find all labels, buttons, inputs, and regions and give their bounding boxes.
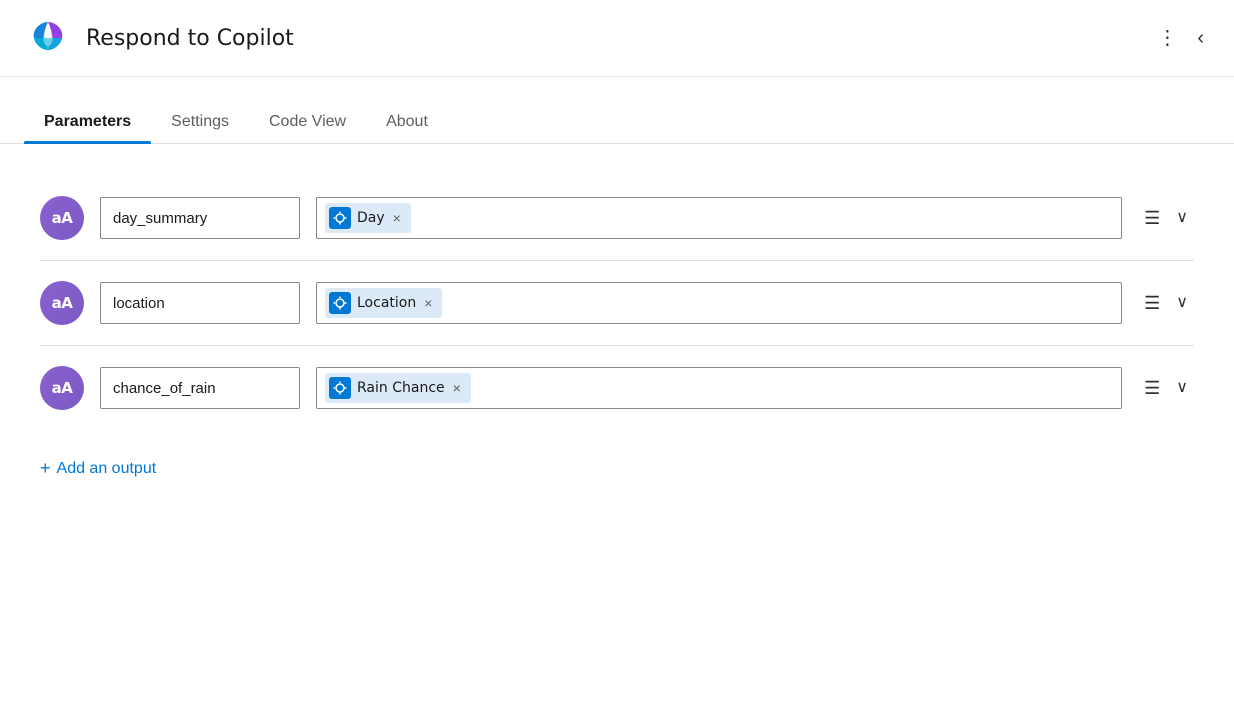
app-logo — [24, 14, 72, 62]
page-title: Respond to Copilot — [86, 26, 1151, 51]
add-output-label: Add an output — [57, 460, 157, 478]
avatar-row-3: aA — [40, 366, 84, 410]
param-name-input-2[interactable] — [100, 282, 300, 324]
token-close-1[interactable]: × — [391, 211, 403, 225]
tab-codeview[interactable]: Code View — [249, 101, 366, 143]
row-expand-1[interactable]: ∨ — [1170, 206, 1194, 230]
add-output-button[interactable]: + Add an output — [40, 454, 156, 483]
token-label-2: Location — [357, 295, 416, 311]
token-chip-3: Rain Chance × — [325, 373, 471, 403]
token-area-3: Rain Chance × — [316, 367, 1122, 409]
row-menu-3[interactable]: ☰ — [1138, 375, 1166, 401]
param-name-input-3[interactable] — [100, 367, 300, 409]
row-controls-2: ☰ ∨ — [1138, 290, 1194, 316]
main-content: aA Day × ☰ ∨ — [0, 144, 1234, 515]
row-controls-3: ☰ ∨ — [1138, 375, 1194, 401]
add-output-plus-icon: + — [40, 458, 51, 479]
token-close-2[interactable]: × — [422, 296, 434, 310]
tabs-bar: Parameters Settings Code View About — [0, 101, 1234, 144]
tab-parameters[interactable]: Parameters — [24, 101, 151, 143]
avatar-text-row-3: aA — [52, 379, 73, 397]
row-expand-2[interactable]: ∨ — [1170, 291, 1194, 315]
avatar-text-row-1: aA — [52, 209, 73, 227]
token-icon-2 — [329, 292, 351, 314]
param-row-1: aA Day × ☰ ∨ — [40, 176, 1194, 261]
header-actions: ⋮ ‹ — [1151, 22, 1210, 54]
tab-settings[interactable]: Settings — [151, 101, 249, 143]
header: Respond to Copilot ⋮ ‹ — [0, 0, 1234, 77]
token-label-1: Day — [357, 210, 385, 226]
token-label-3: Rain Chance — [357, 380, 445, 396]
param-name-input-1[interactable] — [100, 197, 300, 239]
row-menu-1[interactable]: ☰ — [1138, 205, 1166, 231]
collapse-button[interactable]: ‹ — [1191, 22, 1210, 54]
token-icon-3 — [329, 377, 351, 399]
token-chip-2: Location × — [325, 288, 442, 318]
tab-about[interactable]: About — [366, 101, 448, 143]
param-row-2: aA Location × ☰ ∨ — [40, 261, 1194, 346]
avatar-row-2: aA — [40, 281, 84, 325]
param-row-3: aA Rain Chance × ☰ ∨ — [40, 346, 1194, 430]
token-icon-1 — [329, 207, 351, 229]
avatar-row-1: aA — [40, 196, 84, 240]
token-area-2: Location × — [316, 282, 1122, 324]
row-menu-2[interactable]: ☰ — [1138, 290, 1166, 316]
token-chip-1: Day × — [325, 203, 411, 233]
row-controls-1: ☰ ∨ — [1138, 205, 1194, 231]
token-close-3[interactable]: × — [451, 381, 463, 395]
row-expand-3[interactable]: ∨ — [1170, 376, 1194, 400]
avatar-text-row-2: aA — [52, 294, 73, 312]
more-options-button[interactable]: ⋮ — [1151, 22, 1183, 54]
token-area-1: Day × — [316, 197, 1122, 239]
